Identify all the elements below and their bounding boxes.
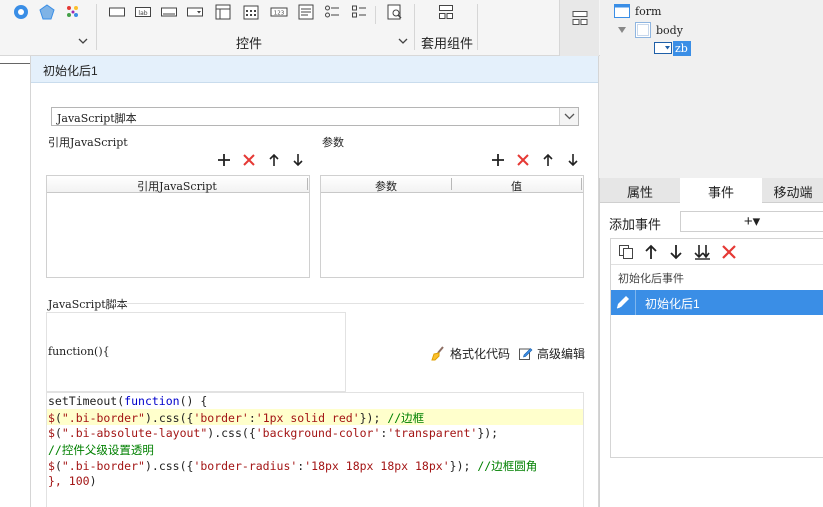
move-down-icon[interactable] [291,153,305,167]
svg-text:lab: lab [138,10,147,17]
calendar-widget-icon[interactable] [242,3,260,21]
svg-text:123: 123 [274,11,285,17]
controls-group-label: 控件 [236,36,263,51]
ref-js-label: 引用JavaScript [48,136,128,149]
move-bottom-icon[interactable] [694,244,710,260]
format-code-button[interactable]: 格式化代码 [431,345,510,362]
add-event-label: 添加事件 [609,217,662,232]
property-panel: 属性 事件 移动端 添加事件 +▾ 初始化后事件 初始化后1 [599,178,823,507]
add-event-dropdown[interactable]: +▾ [680,211,823,232]
chevron-down-icon[interactable] [78,37,88,45]
script-type-value: JavaScript脚本 [57,112,137,125]
layout-icon [572,11,588,25]
copy-icon[interactable] [618,244,634,260]
code-line: $(".bi-border").css({'border':'1px solid… [48,410,424,426]
move-up-icon[interactable] [267,153,281,167]
textarea-widget-icon[interactable] [297,3,315,21]
chevron-down-icon[interactable] [398,37,408,45]
code-line: $(".bi-absolute-layout").css({'backgroun… [48,426,498,440]
collapse-arrow-icon[interactable] [618,27,626,33]
event-list-box: 初始化后事件 初始化后1 [610,238,823,458]
edit-icon [519,348,533,360]
event-item[interactable]: 初始化后1 [611,290,823,315]
delete-icon[interactable] [242,153,256,167]
color-icon[interactable] [64,3,82,21]
tab-mobile[interactable]: 移动端 [762,178,823,202]
search-widget-icon[interactable] [386,3,404,21]
function-header: function(){ [48,345,110,358]
script-label: JavaScript脚本 [48,298,128,311]
event-group-label: 初始化后事件 [618,273,684,285]
move-up-icon[interactable] [541,153,555,167]
ref-js-table[interactable]: 引用JavaScript [46,175,310,278]
composite-group-label: 套用组件 [421,36,474,51]
body-icon [635,22,651,38]
code-line: //控件父级设置透明 [48,442,154,458]
move-up-icon[interactable] [643,244,659,260]
dropdown-widget-icon[interactable] [186,3,204,21]
script-type-select[interactable]: JavaScript脚本 [51,107,579,126]
table-header: 参数 值 [321,176,583,193]
radio-group-icon[interactable] [323,3,341,21]
code-editor[interactable]: setTimeout(function() { $(".bi-border").… [46,392,584,507]
add-icon[interactable] [217,153,231,167]
broom-icon [431,346,444,361]
code-text: $(".bi-border").css({'border-radius':'18… [48,459,538,473]
dialog-title: 初始化后1 [31,56,598,83]
column-header: 参数 [375,180,397,193]
event-item-label: 初始化后1 [645,297,700,311]
add-event-icon: +▾ [743,213,761,230]
form-icon [614,4,630,18]
textbox-widget-icon[interactable] [160,3,178,21]
theme-icon[interactable] [12,3,30,21]
tree-widget-icon[interactable] [214,3,232,21]
event-editor-dialog: 初始化后1 JavaScript脚本 引用JavaScript 引用JavaSc… [30,56,599,507]
chevron-down-icon[interactable] [559,108,578,125]
column-header: 值 [511,180,522,193]
delete-icon[interactable] [516,153,530,167]
code-text: }, 100) [48,474,97,488]
button-widget-icon[interactable] [108,3,126,21]
toolbar: lab 123 控件 套用组件 [0,0,600,56]
move-down-icon[interactable] [566,153,580,167]
number-widget-icon[interactable]: 123 [270,3,288,21]
format-code-label: 格式化代码 [450,347,511,361]
column-header: 引用JavaScript [137,180,217,193]
combo-widget-icon [654,41,672,55]
code-line: }, 100) [48,474,97,488]
tree-node-form[interactable]: form [635,5,661,18]
tree-node-widget[interactable]: zb [673,41,691,56]
code-text: $(".bi-border").css({'border':'1px solid… [48,411,425,425]
code-line: $(".bi-border").css({'border-radius':'18… [48,458,537,474]
table-header: 引用JavaScript [47,176,309,193]
pencil-icon[interactable] [615,294,631,310]
move-down-icon[interactable] [668,244,684,260]
add-icon[interactable] [491,153,505,167]
advanced-edit-label: 高级编辑 [537,347,586,361]
canvas-strip [0,56,30,507]
label-widget-icon[interactable]: lab [134,3,152,21]
code-line: setTimeout(function() { [48,394,207,408]
checkbox-group-icon[interactable] [350,3,368,21]
tab-events[interactable]: 事件 [680,178,762,203]
composite-widget-icon[interactable] [437,3,455,21]
code-text: setTimeout(function() { [48,394,208,408]
code-text: $(".bi-absolute-layout").css({'backgroun… [48,426,499,440]
params-label: 参数 [322,136,344,149]
delete-icon[interactable] [721,244,737,260]
layout-toggle[interactable] [559,0,599,56]
code-text: //控件父级设置透明 [48,443,154,457]
params-table[interactable]: 参数 值 [320,175,584,278]
tree-node-body[interactable]: body [656,24,683,37]
style-icon[interactable] [38,3,56,21]
tab-properties[interactable]: 属性 [600,178,680,202]
widget-tree: form body zb [609,0,823,178]
advanced-edit-button[interactable]: 高级编辑 [518,345,585,362]
